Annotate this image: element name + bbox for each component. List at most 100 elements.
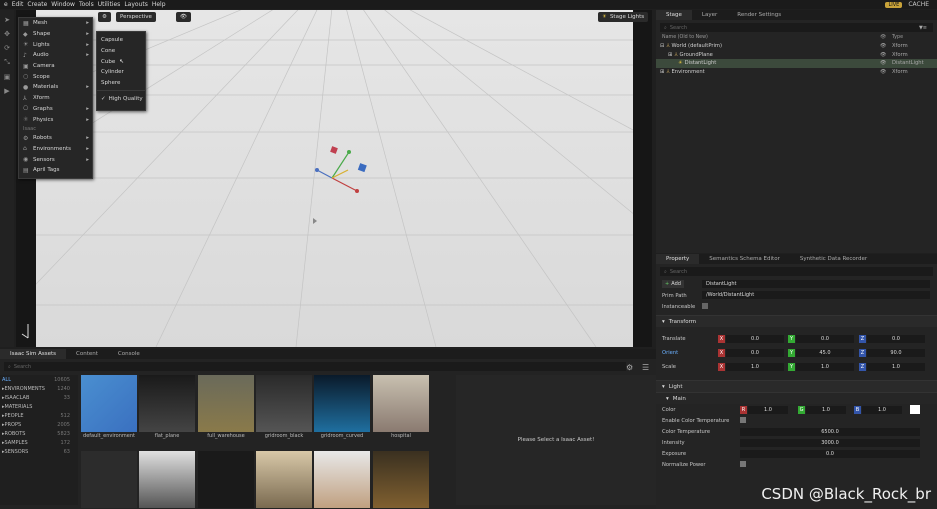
color-g-field[interactable]: 1.0 <box>806 405 846 414</box>
tree-row-environment[interactable]: ⊞ ⅄ Environment 👁 Xform <box>656 68 937 77</box>
col-type[interactable]: Type <box>892 35 903 40</box>
gear-icon[interactable]: ⚙ <box>626 363 633 372</box>
menu-edit[interactable]: Edit <box>12 1 24 8</box>
tab-layer[interactable]: Layer <box>692 10 727 20</box>
scale-z-field[interactable]: 1.0 <box>867 362 925 371</box>
tab-property[interactable]: Property <box>656 254 700 264</box>
prim-path-field[interactable]: /World/DistantLight <box>702 291 930 299</box>
transform-header[interactable]: ▾ Transform <box>656 315 937 327</box>
asset-search-input[interactable]: ⌕ Search <box>4 362 626 371</box>
stage-search-input[interactable]: ⌕ Search ▼≡ <box>660 23 933 32</box>
asset-category-item[interactable]: ALL 10605 <box>0 375 78 384</box>
create-menu-item[interactable]: ◉ Sensors ▸ <box>19 154 92 165</box>
create-menu-item[interactable]: ⅄ Xform <box>19 93 92 104</box>
high-quality-toggle[interactable]: ✓ High Quality <box>97 93 145 104</box>
tab-isaac-sim-assets[interactable]: Isaac Sim Assets <box>0 349 67 359</box>
list-view-icon[interactable]: ☰ <box>642 363 649 372</box>
tab-console[interactable]: Console <box>108 349 150 359</box>
filter-icon[interactable]: ▼≡ <box>919 25 927 31</box>
asset-category-item[interactable]: ▸ ENVIRONMENTS 1240 <box>0 384 78 393</box>
thumb-hospital[interactable] <box>373 375 429 432</box>
enable-color-temp-checkbox[interactable] <box>740 417 746 423</box>
snap-icon[interactable]: ▣ <box>4 73 11 81</box>
menu-window[interactable]: Window <box>51 1 75 8</box>
rotate-icon[interactable]: ⟳ <box>4 44 10 52</box>
thumb-asset[interactable] <box>81 451 137 508</box>
create-menu-item[interactable]: ● Materials ▸ <box>19 82 92 93</box>
thumb-asset[interactable] <box>198 451 254 508</box>
main-header[interactable]: ▾ Main <box>656 392 937 404</box>
translate-z-field[interactable]: 0.0 <box>867 334 925 343</box>
translate-x-field[interactable]: 0.0 <box>726 334 784 343</box>
menu-file[interactable]: e <box>4 1 8 8</box>
add-button[interactable]: + Add <box>662 280 684 288</box>
create-menu-item[interactable]: ▤ April Tags <box>19 165 92 176</box>
scale-y-field[interactable]: 1.0 <box>796 362 854 371</box>
stage-lights-button[interactable]: ☀ Stage Lights <box>598 12 649 22</box>
live-badge[interactable]: LIVE <box>885 1 903 8</box>
create-menu-item[interactable]: ⎔ Graphs ▸ <box>19 104 92 115</box>
color-swatch[interactable] <box>910 405 920 414</box>
menu-tools[interactable]: Tools <box>79 1 94 8</box>
collapse-icon[interactable]: ⊟ <box>660 43 664 49</box>
thumb-asset[interactable] <box>373 451 429 508</box>
scale-x-field[interactable]: 1.0 <box>726 362 784 371</box>
exposure-field[interactable]: 0.0 <box>740 449 920 458</box>
light-header[interactable]: ▾ Light <box>656 380 937 392</box>
menu-help[interactable]: Help <box>152 1 166 8</box>
cache-label[interactable]: CACHE <box>908 1 929 8</box>
expand-icon[interactable]: ⊞ <box>668 52 672 58</box>
tab-synthetic-data[interactable]: Synthetic Data Recorder <box>790 254 877 264</box>
orient-z-field[interactable]: 90.0 <box>867 348 925 357</box>
asset-category-item[interactable]: ▸ SAMPLES 172 <box>0 438 78 447</box>
tab-stage[interactable]: Stage <box>656 10 692 20</box>
eye-icon[interactable]: 👁 <box>880 43 886 49</box>
color-b-field[interactable]: 1.0 <box>862 405 902 414</box>
eye-icon[interactable]: 👁 <box>880 69 886 75</box>
create-menu-item[interactable]: ▦ Mesh ▸ <box>19 18 92 29</box>
create-menu-item[interactable]: ☀ Lights ▸ <box>19 39 92 50</box>
instanceable-checkbox[interactable] <box>702 303 708 309</box>
asset-category-item[interactable]: ▸ PEOPLE 512 <box>0 411 78 420</box>
create-menu-item[interactable]: ◆ Shape ▸ <box>19 29 92 40</box>
asset-category-item[interactable]: ▸ PROPS 2005 <box>0 420 78 429</box>
thumb-asset[interactable] <box>256 451 312 508</box>
viewport-settings-button[interactable]: ⚙ <box>98 12 111 22</box>
color-temp-field[interactable]: 6500.0 <box>740 427 920 436</box>
tab-content[interactable]: Content <box>66 349 108 359</box>
eye-icon[interactable]: 👁 <box>880 60 886 66</box>
shape-cone[interactable]: Cone <box>97 46 145 57</box>
asset-category-item[interactable]: ▸ ROBOTS 5823 <box>0 429 78 438</box>
thumb-gridroom-black[interactable] <box>256 375 312 432</box>
shape-cylinder[interactable]: Cylinder <box>97 67 145 78</box>
create-menu-item[interactable]: ♪ Audio ▸ <box>19 50 92 61</box>
eye-icon[interactable]: 👁 <box>880 52 886 58</box>
col-name[interactable]: Name (Old to New) <box>662 35 708 42</box>
tree-row-world[interactable]: ⊟ ⅄ World (defaultPrim) 👁 Xform <box>656 42 937 51</box>
translate-y-field[interactable]: 0.0 <box>796 334 854 343</box>
thumb-asset[interactable] <box>314 451 370 508</box>
thumb-default-environment[interactable] <box>81 375 137 432</box>
asset-category-item[interactable]: ▸ MATERIALS <box>0 402 78 411</box>
select-icon[interactable]: ➤ <box>4 16 10 24</box>
property-search-input[interactable]: ⌕ Search <box>660 267 933 276</box>
orient-y-field[interactable]: 45.0 <box>796 348 854 357</box>
orient-x-field[interactable]: 0.0 <box>726 348 784 357</box>
create-menu-item[interactable]: ⌂ Environments ▸ <box>19 144 92 155</box>
shape-cube[interactable]: Cube ↖ <box>97 56 145 67</box>
perspective-button[interactable]: Perspective <box>116 12 156 22</box>
orient-label[interactable]: Orient <box>662 350 678 356</box>
tab-semantics[interactable]: Semantics Schema Editor <box>699 254 790 264</box>
create-menu-item[interactable]: ⚛ Physics ▸ <box>19 114 92 125</box>
tree-row-distantlight[interactable]: ☀ DistantLight 👁 DistantLight <box>656 59 937 68</box>
thumb-gridroom-curved[interactable] <box>314 375 370 432</box>
thumb-asset[interactable] <box>139 451 195 508</box>
menu-create[interactable]: Create <box>27 1 47 8</box>
move-icon[interactable]: ✥ <box>4 30 10 38</box>
prim-name-field[interactable]: DistantLight <box>702 280 930 288</box>
shape-sphere[interactable]: Sphere <box>97 78 145 89</box>
tab-render-settings[interactable]: Render Settings <box>727 10 791 20</box>
intensity-field[interactable]: 3000.0 <box>740 438 920 447</box>
thumb-flat-plane[interactable] <box>139 375 195 432</box>
tree-row-groundplane[interactable]: ⊞ ⅄ GroundPlane 👁 Xform <box>656 51 937 60</box>
